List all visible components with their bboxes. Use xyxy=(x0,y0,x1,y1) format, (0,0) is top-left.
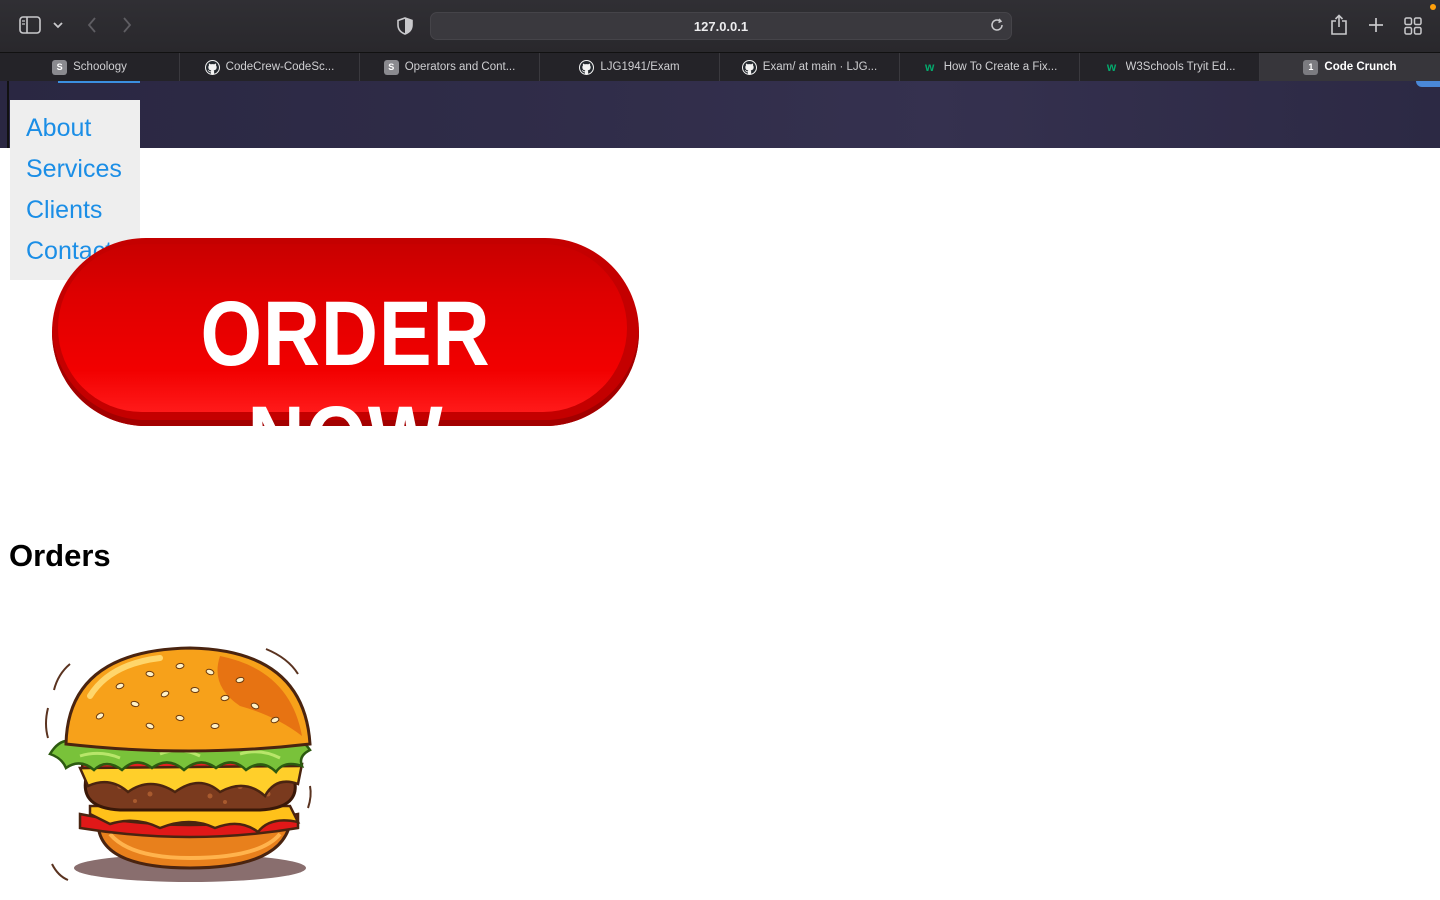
page-content: About Services Clients Contact ORDER NOW… xyxy=(0,81,1440,900)
address-text: 127.0.0.1 xyxy=(693,19,749,34)
forward-icon[interactable] xyxy=(119,15,135,35)
browser-tab[interactable]: S Schoology xyxy=(0,53,180,81)
hero-edge xyxy=(7,81,9,148)
browser-tab[interactable]: w W3Schools Tryit Ed... xyxy=(1080,53,1260,81)
nav-link-services[interactable]: Services xyxy=(10,154,140,195)
browser-tab-label: Exam/ at main · LJG... xyxy=(762,61,878,73)
burger-image xyxy=(45,646,312,882)
new-tab-icon[interactable] xyxy=(1366,15,1386,35)
browser-tab[interactable]: Exam/ at main · LJG... xyxy=(720,53,900,81)
sidebar-toggle-icon[interactable] xyxy=(19,15,41,35)
notification-dot xyxy=(1430,4,1436,10)
browser-tab-label: How To Create a Fix... xyxy=(943,61,1058,73)
browser-tab-label: LJG1941/Exam xyxy=(600,61,680,73)
browser-tab[interactable]: LJG1941/Exam xyxy=(540,53,720,81)
hero-accent-right xyxy=(1416,81,1440,87)
reload-icon[interactable] xyxy=(990,18,1006,34)
back-icon[interactable] xyxy=(84,15,100,35)
tab-number-badge: 1 xyxy=(1303,59,1319,75)
order-now-button[interactable]: ORDER NOW xyxy=(52,238,639,490)
tab-strip: S Schoology CodeCrew-CodeSc... S Operators a… xyxy=(0,52,1440,81)
browser-tab-label: Code Crunch xyxy=(1324,61,1397,73)
github-favicon-icon xyxy=(204,59,220,75)
hero-banner xyxy=(0,81,1440,148)
chevron-down-icon[interactable] xyxy=(52,18,64,32)
github-favicon-icon xyxy=(741,59,757,75)
browser-tab-label: Schoology xyxy=(73,61,127,73)
order-now-label: ORDER NOW xyxy=(200,283,491,490)
browser-tab[interactable]: S Operators and Cont... xyxy=(360,53,540,81)
browser-tab-label: W3Schools Tryit Ed... xyxy=(1125,61,1236,73)
orders-heading: Orders xyxy=(9,538,111,573)
tab-overview-icon[interactable] xyxy=(1403,16,1423,36)
schoology-favicon-icon: S xyxy=(383,59,399,75)
browser-toolbar: 127.0.0.1 xyxy=(0,0,1440,52)
browser-tab[interactable]: CodeCrew-CodeSc... xyxy=(180,53,360,81)
schoology-favicon-icon: S xyxy=(52,59,68,75)
browser-tab[interactable]: w How To Create a Fix... xyxy=(900,53,1080,81)
w3schools-favicon-icon: w xyxy=(925,60,935,74)
browser-tab[interactable]: 1 Code Crunch xyxy=(1260,53,1440,81)
nav-link-clients[interactable]: Clients xyxy=(10,195,140,236)
address-bar[interactable]: 127.0.0.1 xyxy=(430,12,1012,40)
github-favicon-icon xyxy=(579,59,595,75)
hero-accent xyxy=(58,81,140,83)
browser-tab-label: CodeCrew-CodeSc... xyxy=(225,61,335,73)
share-icon[interactable] xyxy=(1329,14,1349,36)
privacy-shield-icon[interactable] xyxy=(396,16,414,36)
browser-tab-label: Operators and Cont... xyxy=(404,61,516,73)
w3schools-favicon-icon: w xyxy=(1106,60,1117,74)
nav-link-about[interactable]: About xyxy=(10,113,140,154)
